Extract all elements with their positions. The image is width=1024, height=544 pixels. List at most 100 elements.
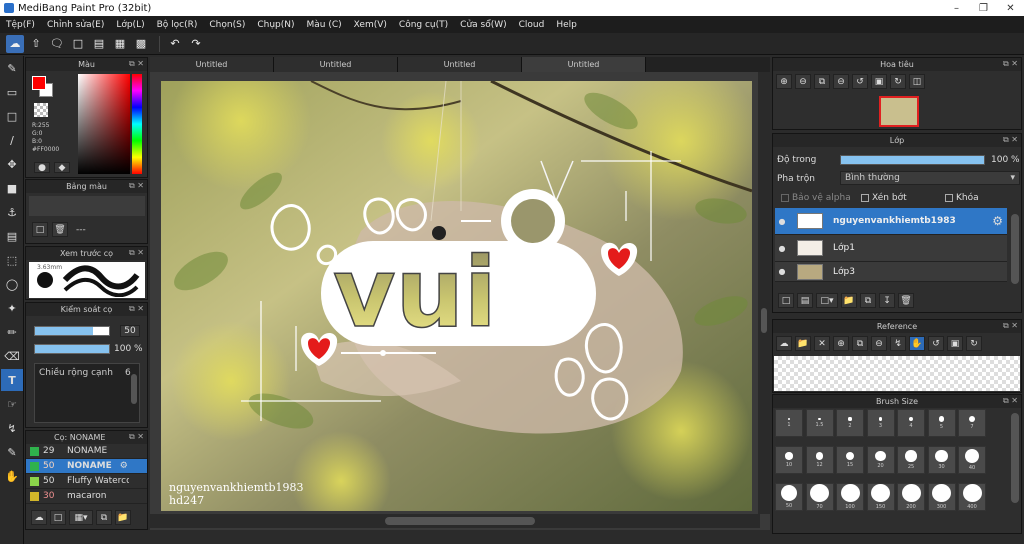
layer-list-scrollbar[interactable] xyxy=(1011,214,1019,284)
brush-item[interactable]: 29 NONAME xyxy=(26,444,147,459)
restore-button[interactable]: ❐ xyxy=(970,0,997,16)
tab-untitled-1[interactable]: Untitled xyxy=(150,57,274,72)
ref-hand-icon[interactable]: ✋ xyxy=(909,336,925,351)
brush-item[interactable]: 30 macaron xyxy=(26,489,147,504)
line-tool-icon[interactable]: ∕ xyxy=(1,129,23,151)
fill-rect-tool-icon[interactable]: ■ xyxy=(1,177,23,199)
brush-size-cell[interactable]: 300 xyxy=(927,483,956,511)
palette-area[interactable] xyxy=(29,196,145,216)
new-layer-icon[interactable]: □ xyxy=(778,293,794,308)
ref-zoom-in-icon[interactable]: ⊕ xyxy=(833,336,849,351)
canvas-vertical-scrollbar[interactable] xyxy=(758,72,770,514)
vertical-scroll-thumb[interactable] xyxy=(761,308,767,333)
merge-layer-icon[interactable]: ↧ xyxy=(879,293,895,308)
eyedropper-tool-icon[interactable]: ↯ xyxy=(1,417,23,439)
layer-folder-icon[interactable]: 📁 xyxy=(841,293,857,308)
brush-size-cell[interactable]: 7 xyxy=(958,409,986,437)
visibility-eye-icon[interactable]: ● xyxy=(775,217,789,226)
foreground-swatch[interactable] xyxy=(32,76,46,90)
panel-icon[interactable]: ▦ xyxy=(111,35,129,53)
duplicate-layer-icon[interactable]: ⧉ xyxy=(860,293,876,308)
brush-size-cell[interactable]: 10 xyxy=(775,446,803,474)
panel-detach-icon[interactable]: ⧉ ✕ xyxy=(129,304,144,314)
brush-width-value[interactable]: 6 xyxy=(125,368,131,378)
brush-type-dropdown-icon[interactable]: ▦▾ xyxy=(69,510,93,525)
sv-picker[interactable] xyxy=(78,74,130,174)
layer-row[interactable]: ● Lớp3 xyxy=(775,262,1007,282)
zoom-out-icon[interactable]: ⊖ xyxy=(795,74,811,89)
reference-canvas[interactable] xyxy=(774,356,1020,391)
panel-detach-icon[interactable]: ⧉ ✕ xyxy=(129,432,144,442)
menu-tools[interactable]: Công cụ(T) xyxy=(393,20,454,30)
panel-detach-icon[interactable]: ⧉ ✕ xyxy=(1003,59,1018,69)
tab-untitled-2[interactable]: Untitled xyxy=(274,57,398,72)
operation-tool-icon[interactable]: ☞ xyxy=(1,393,23,415)
divide-tool-icon[interactable]: ✎ xyxy=(1,441,23,463)
move-tool-icon[interactable]: ✥ xyxy=(1,153,23,175)
menu-help[interactable]: Help xyxy=(550,20,583,30)
shape-tool-icon[interactable]: □ xyxy=(1,105,23,127)
rotate-left-icon[interactable]: ↺ xyxy=(852,74,868,89)
layer-settings-gear-icon[interactable]: ⚙ xyxy=(992,214,1003,228)
brush-size-cell[interactable]: 40 xyxy=(958,446,986,474)
ref-zoom-out-icon[interactable]: ⊖ xyxy=(871,336,887,351)
color-option-button-1[interactable]: ● xyxy=(34,162,50,173)
panel-detach-icon[interactable]: ⧉ ✕ xyxy=(129,59,144,69)
select-rect-tool-icon[interactable]: ⬚ xyxy=(1,249,23,271)
eraser-tool-icon[interactable]: ▭ xyxy=(1,81,23,103)
delete-layer-icon[interactable]: 🗑 xyxy=(898,293,914,308)
brush-size-scrollbar[interactable] xyxy=(1011,413,1019,503)
ref-cloud-icon[interactable]: ☁ xyxy=(776,336,792,351)
brush-settings-gear-icon[interactable]: ⚙ xyxy=(120,461,128,471)
brush-size-cell[interactable]: 1 xyxy=(775,409,803,437)
menu-view[interactable]: Xem(V) xyxy=(348,20,393,30)
brush-size-cell[interactable]: 2 xyxy=(836,409,864,437)
horizontal-scroll-thumb[interactable] xyxy=(385,517,535,525)
gradient-tool-icon[interactable]: ▤ xyxy=(1,225,23,247)
undo-icon[interactable]: ↶ xyxy=(166,35,184,53)
menu-select[interactable]: Chọn(S) xyxy=(203,20,251,30)
brush-item[interactable]: 50 Fluffy Watercol xyxy=(26,474,147,489)
brush-size-cell[interactable]: 3 xyxy=(866,409,895,437)
cloud-icon[interactable]: ☁ xyxy=(6,34,24,53)
new-palette-icon[interactable]: □ xyxy=(32,222,48,237)
add-brush-cloud-icon[interactable]: ☁ xyxy=(31,510,47,525)
text-tool-icon[interactable]: T xyxy=(1,369,23,391)
fit-icon[interactable]: ⧉ xyxy=(814,74,830,89)
brush-item-selected[interactable]: 50 NONAME ⚙ xyxy=(26,459,147,474)
brush-width-scroll[interactable] xyxy=(131,374,137,404)
ref-reset-icon[interactable]: ▣ xyxy=(947,336,963,351)
menu-color[interactable]: Màu (C) xyxy=(301,20,348,30)
brush-size-cell[interactable]: 400 xyxy=(958,483,986,511)
tab-untitled-4[interactable]: Untitled xyxy=(522,57,646,72)
brush-size-cell[interactable]: 150 xyxy=(866,483,895,511)
ref-rotate-right-icon[interactable]: ↻ xyxy=(966,336,982,351)
redo-icon[interactable]: ↷ xyxy=(187,35,205,53)
brush-size-cell[interactable]: 70 xyxy=(805,483,834,511)
lasso-tool-icon[interactable]: ◯ xyxy=(1,273,23,295)
page-icon[interactable]: □ xyxy=(69,35,87,53)
hand-tool-icon[interactable]: ✋ xyxy=(1,465,23,487)
panel-detach-icon[interactable]: ⧉ ✕ xyxy=(1003,135,1018,145)
zoom-minus-icon[interactable]: ⊖ xyxy=(833,74,849,89)
canvas-artwork[interactable]: vui nguyenvankhiemtb1983 hd247 xyxy=(161,81,752,511)
clipping-checkbox[interactable]: Xén bớt xyxy=(861,193,907,203)
brush-size-value[interactable]: 50 xyxy=(120,325,140,337)
select-eraser-tool-icon[interactable]: ⌫ xyxy=(1,345,23,367)
tab-untitled-3[interactable]: Untitled xyxy=(398,57,522,72)
brush-size-cell[interactable]: 20 xyxy=(866,446,895,474)
protect-alpha-checkbox[interactable]: Bảo vệ alpha xyxy=(781,193,851,203)
layer-row-selected[interactable]: ● nguyenvankhiemtb1983 ⚙ xyxy=(775,208,1007,235)
reset-view-icon[interactable]: ▣ xyxy=(871,74,887,89)
panel-detach-icon[interactable]: ⧉ ✕ xyxy=(1003,321,1018,331)
hue-slider[interactable] xyxy=(132,74,142,174)
brush-size-cell[interactable]: 15 xyxy=(836,446,864,474)
brush-opacity-slider[interactable] xyxy=(34,344,110,354)
brush-size-cell[interactable]: 50 xyxy=(775,483,803,511)
menu-file[interactable]: Tệp(F) xyxy=(0,20,41,30)
transparent-swatch[interactable] xyxy=(34,103,48,117)
menu-window[interactable]: Cửa sổ(W) xyxy=(454,20,512,30)
new-halftone-layer-icon[interactable]: ▤ xyxy=(797,293,813,308)
menu-snap[interactable]: Chụp(N) xyxy=(251,20,300,30)
new-brush-icon[interactable]: □ xyxy=(50,510,66,525)
